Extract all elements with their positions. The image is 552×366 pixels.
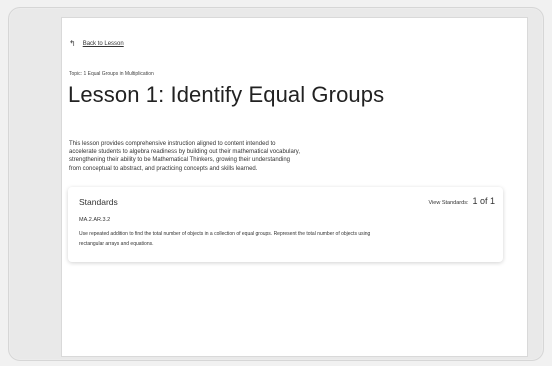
- view-standards[interactable]: View Standards: 1 of 1: [429, 196, 495, 206]
- description-line: from conceptual to abstract, and practic…: [69, 165, 258, 172]
- description-line: strengthening their ability to be Mathem…: [69, 157, 291, 164]
- back-arrow-icon: ↰: [69, 39, 76, 48]
- description-line: This lesson provides comprehensive instr…: [69, 141, 276, 147]
- topic-label: Topic: 1 Equal Groups in Multiplication: [69, 71, 154, 77]
- standards-card: Standards View Standards: 1 of 1 MA.2.AR…: [68, 187, 503, 262]
- page-title: Lesson 1: Identify Equal Groups: [68, 82, 385, 107]
- standards-count: 1 of 1: [472, 196, 495, 206]
- back-link-label[interactable]: Back to Lesson: [83, 41, 124, 47]
- lesson-description: This lesson provides comprehensive instr…: [69, 140, 369, 173]
- standard-text-line: Use repeated addition to find the total …: [79, 231, 371, 237]
- standard-text: Use repeated addition to find the total …: [79, 229, 499, 249]
- standard-code: MA.2.AR.3.2: [79, 217, 111, 223]
- description-line: accelerate students to algebra readiness…: [69, 149, 301, 156]
- back-to-lesson-link[interactable]: ↰ Back to Lesson: [69, 38, 124, 50]
- view-standards-label[interactable]: View Standards:: [429, 200, 469, 206]
- standard-text-line: rectangular arrays and equations.: [79, 241, 154, 247]
- standards-heading: Standards: [79, 197, 118, 207]
